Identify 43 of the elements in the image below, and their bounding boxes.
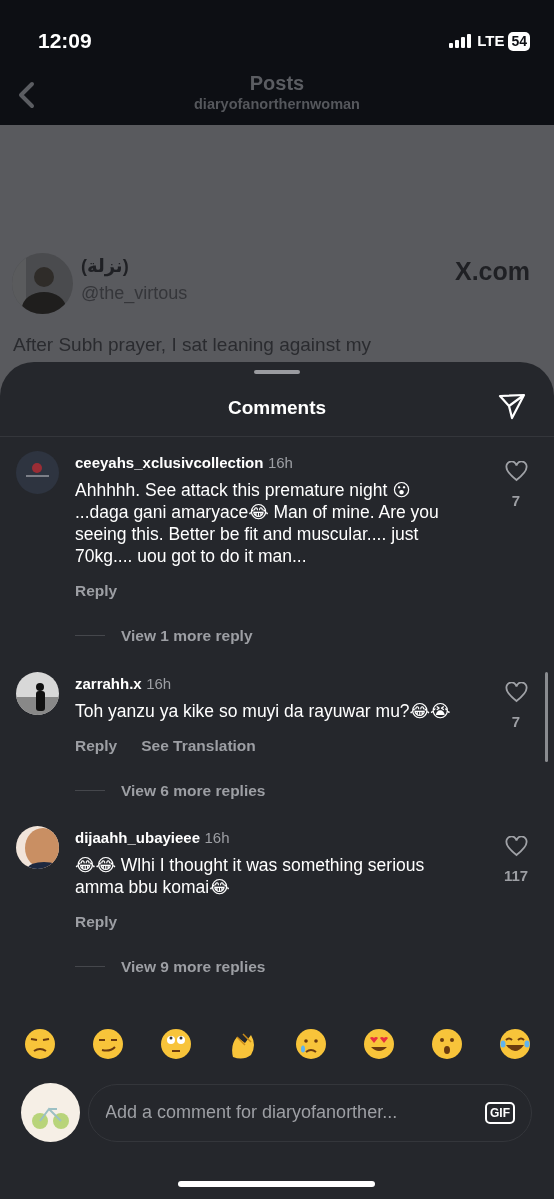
comment-time: 16h	[204, 829, 230, 846]
smirking-face-icon[interactable]	[90, 1027, 125, 1061]
surprised-face-icon[interactable]	[430, 1027, 465, 1061]
view-replies-link[interactable]: View 6 more replies	[121, 778, 266, 802]
comment-text: 😂😂 Wlhi I thought it was something serious amma bbu komai😂	[75, 854, 426, 898]
comment-time: 16h	[146, 674, 172, 692]
header-subtitle: diaryofanorthernwoman	[194, 94, 360, 114]
like-count: 7	[511, 711, 521, 732]
sheet-title: Comments	[227, 396, 327, 420]
back-icon[interactable]	[16, 81, 36, 109]
laughing-tears-face-icon[interactable]	[497, 1027, 532, 1061]
header-title: Posts	[249, 71, 305, 94]
display-name: (نزلة)	[81, 255, 130, 279]
comment-time: 16h	[267, 454, 293, 471]
heart-eyes-face-icon[interactable]	[362, 1027, 397, 1061]
username[interactable]: zarrahh.x	[75, 674, 142, 692]
heart-icon[interactable]	[504, 681, 528, 703]
source-label: X.com	[454, 256, 530, 287]
like-count: 117	[503, 866, 529, 886]
drag-handle[interactable]	[254, 370, 300, 374]
username[interactable]: dijaahh_ubayieee	[75, 829, 201, 846]
eye-roll-face-icon[interactable]	[158, 1027, 193, 1061]
send-icon[interactable]	[498, 392, 526, 420]
comment-text: Toh yanzu ya kike so muyi da rayuwar mu?😂😭	[75, 699, 452, 722]
view-replies-link[interactable]: View 1 more reply	[121, 624, 253, 648]
heart-icon[interactable]	[504, 461, 528, 482]
battery-level: 54	[508, 31, 530, 51]
gif-button[interactable]: GIF	[485, 1101, 515, 1124]
crying-face-icon[interactable]	[294, 1027, 329, 1061]
signal-icon	[449, 34, 474, 48]
network-label: LTE	[477, 30, 505, 51]
comment-action-link[interactable]: Reply	[75, 579, 118, 603]
comment-action-link[interactable]: See Translation	[141, 733, 256, 757]
comment-action-link[interactable]: Reply	[75, 910, 118, 934]
view-replies-link[interactable]: View 9 more replies	[121, 955, 266, 979]
comment-field[interactable]: Add a comment for diaryofanorther... GIF	[88, 1083, 532, 1142]
comment-action-link[interactable]: Reply	[75, 733, 118, 757]
status-time: 12:09	[38, 28, 92, 55]
comment-text: Ahhhhh. See attack this premature night 😮 ...daga gani amaryace😂 Man of mine. Are you seeing this. Better be fit and muscular.... just 70kg.... uou got to do it man...	[75, 479, 440, 567]
unamused-face-icon[interactable]	[23, 1027, 57, 1061]
heart-icon[interactable]	[504, 836, 528, 857]
username[interactable]: ceeyahs_xclusivcollection	[75, 454, 264, 471]
like-count: 7	[511, 491, 521, 511]
